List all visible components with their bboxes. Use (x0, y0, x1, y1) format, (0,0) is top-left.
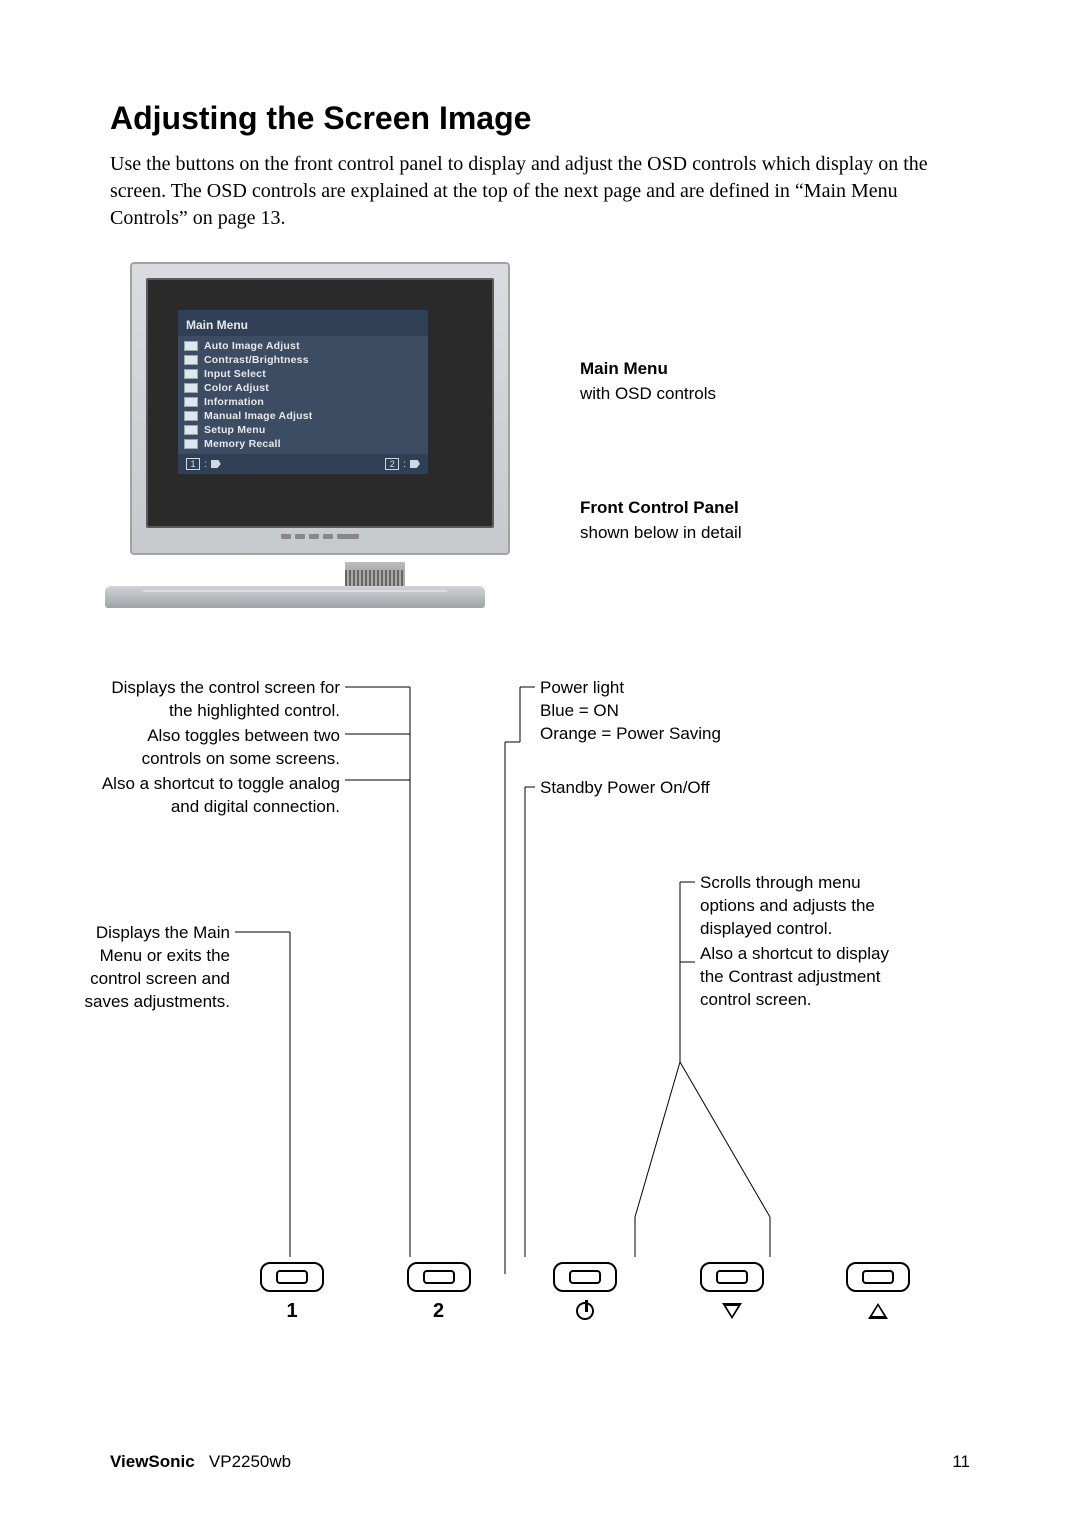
osd-item-label: Setup Menu (204, 424, 266, 436)
buttons-row: 1 2 (260, 1262, 910, 1322)
osd-item-label: Auto Image Adjust (204, 340, 300, 352)
button-1[interactable]: 1 (260, 1262, 324, 1322)
monitor-button-row-icon (146, 534, 494, 539)
monitor-illustration: Main Menu Auto Image Adjust Contrast/Bri… (110, 262, 970, 622)
osd-item-icon (184, 411, 198, 421)
callout-text: Scrolls through menu options and adjusts… (700, 872, 890, 941)
page-footer: ViewSonic VP2250wb 11 (110, 1452, 970, 1472)
button-cap-icon (846, 1262, 910, 1292)
osd-item-icon (184, 397, 198, 407)
osd-item-icon (184, 369, 198, 379)
osd-title: Main Menu (178, 316, 428, 336)
callout-scroll: Scrolls through menu options and adjusts… (700, 872, 890, 1012)
main-menu-sub: with OSD controls (580, 382, 742, 407)
callout-powerlight: Power light Blue = ON Orange = Power Sav… (540, 677, 800, 746)
down-button[interactable] (700, 1262, 764, 1322)
front-control-panel-sub: shown below in detail (580, 521, 742, 546)
callout-text: Also a shortcut to display the Contrast … (700, 943, 890, 1012)
osd-item-label: Information (204, 396, 264, 408)
arrow-icon (211, 460, 221, 468)
triangle-up-icon (868, 1303, 888, 1319)
osd-item-label: Input Select (204, 368, 266, 380)
osd-item-icon (184, 355, 198, 365)
callout-text: Displays the Main Menu or exits the cont… (80, 922, 230, 1014)
button-cap-icon (700, 1262, 764, 1292)
side-labels: Main Menu with OSD controls Front Contro… (580, 357, 742, 546)
intro-paragraph: Use the buttons on the front control pan… (110, 151, 970, 232)
callout-btn2: Displays the control screen for the high… (100, 677, 340, 819)
osd-item: Auto Image Adjust (184, 339, 422, 353)
button-2-label: 2 (433, 1300, 444, 1322)
callout-text: Also toggles between two controls on som… (100, 725, 340, 771)
page-heading: Adjusting the Screen Image (110, 100, 970, 137)
osd-item-icon (184, 439, 198, 449)
callout-btn1: Displays the Main Menu or exits the cont… (80, 922, 230, 1014)
callout-text: Power light (540, 677, 800, 700)
osd-footer: 1: 2: (178, 454, 428, 474)
callout-text: Orange = Power Saving (540, 723, 800, 746)
up-button[interactable] (846, 1262, 910, 1322)
button-cap-icon (260, 1262, 324, 1292)
button-cap-icon (407, 1262, 471, 1292)
main-menu-label: Main Menu (580, 359, 668, 378)
osd-item: Color Adjust (184, 381, 422, 395)
osd-item-icon (184, 425, 198, 435)
callout-text: Blue = ON (540, 700, 800, 723)
front-control-panel-label: Front Control Panel (580, 498, 739, 517)
osd-list: Auto Image Adjust Contrast/Brightness In… (178, 336, 428, 454)
osd-item: Setup Menu (184, 423, 422, 437)
button-1-label: 1 (286, 1300, 297, 1322)
osd-footer-key: 2 (385, 458, 399, 470)
monitor-screen: Main Menu Auto Image Adjust Contrast/Bri… (146, 278, 494, 528)
page-number: 11 (952, 1452, 970, 1472)
osd-item-label: Contrast/Brightness (204, 354, 309, 366)
callout-standby: Standby Power On/Off (540, 777, 740, 800)
osd-footer-key: 1 (186, 458, 200, 470)
monitor-stand (265, 562, 485, 608)
power-icon (576, 1302, 594, 1320)
triangle-down-icon (722, 1303, 742, 1319)
osd-item-label: Manual Image Adjust (204, 410, 312, 422)
button-diagram: Displays the control screen for the high… (110, 662, 970, 1342)
osd-item: Contrast/Brightness (184, 353, 422, 367)
osd-item-label: Color Adjust (204, 382, 269, 394)
arrow-icon (410, 460, 420, 468)
osd-item-icon (184, 383, 198, 393)
osd-item: Input Select (184, 367, 422, 381)
callout-text: Also a shortcut to toggle analog and dig… (100, 773, 340, 819)
monitor-frame: Main Menu Auto Image Adjust Contrast/Bri… (130, 262, 510, 555)
osd-item-icon (184, 341, 198, 351)
power-button[interactable] (553, 1262, 617, 1322)
osd-item: Manual Image Adjust (184, 409, 422, 423)
footer-brand: ViewSonic (110, 1452, 195, 1471)
osd-item: Information (184, 395, 422, 409)
footer-model: VP2250wb (209, 1452, 291, 1471)
osd-item-label: Memory Recall (204, 438, 281, 450)
osd-item: Memory Recall (184, 437, 422, 451)
callout-text: Standby Power On/Off (540, 777, 740, 800)
button-cap-icon (553, 1262, 617, 1292)
callout-text: Displays the control screen for the high… (100, 677, 340, 723)
button-2[interactable]: 2 (407, 1262, 471, 1322)
osd-panel: Main Menu Auto Image Adjust Contrast/Bri… (178, 310, 428, 474)
